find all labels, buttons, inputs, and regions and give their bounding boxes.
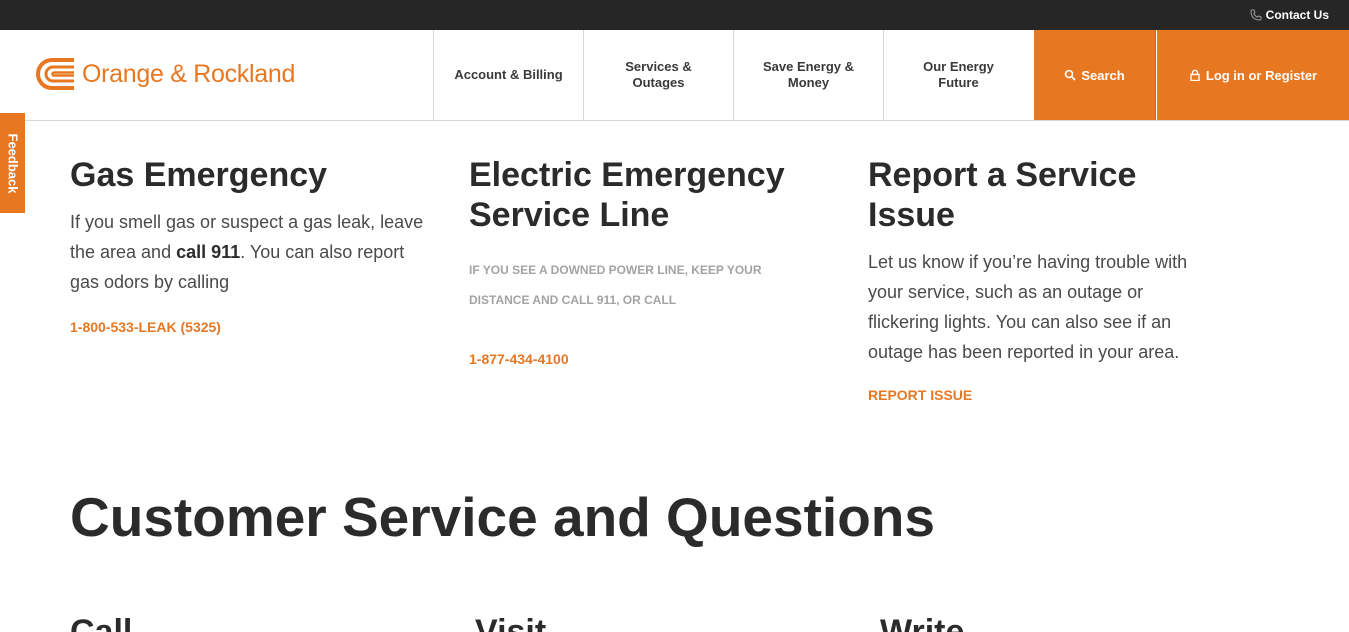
- search-icon: [1065, 69, 1076, 81]
- electric-emergency-phone-link[interactable]: 1-877-434-4100: [469, 351, 569, 367]
- visit-heading: Visit: [475, 613, 547, 632]
- call-heading: Call: [70, 613, 133, 632]
- feedback-label: Feedback: [5, 133, 21, 193]
- electric-emergency-text: If you see a downed power line, keep you…: [469, 263, 762, 307]
- top-bar: Contact Us: [0, 0, 1349, 30]
- gas-emergency-section: Gas Emergency If you smell gas or suspec…: [70, 155, 430, 337]
- gas-emergency-phone-link[interactable]: 1-800-533-LEAK (5325): [70, 319, 221, 335]
- search-button[interactable]: Search: [1034, 30, 1156, 120]
- contact-us-link[interactable]: Contact Us: [1250, 8, 1329, 22]
- report-issue-text: Let us know if you’re having trouble wit…: [868, 252, 1188, 362]
- nav-item-account-billing[interactable]: Account & Billing: [433, 30, 583, 120]
- login-register-button[interactable]: Log in or Register: [1157, 30, 1349, 120]
- electric-emergency-title: Electric Emergency Service Line: [469, 156, 785, 234]
- site-header: Orange & Rockland Account & Billing Serv…: [0, 30, 1349, 121]
- orange-rockland-logo-icon: [36, 58, 74, 90]
- lock-icon: [1190, 69, 1200, 81]
- brand-logo[interactable]: Orange & Rockland: [34, 56, 295, 92]
- feedback-tab[interactable]: Feedback: [0, 113, 25, 213]
- search-label: Search: [1081, 67, 1125, 83]
- write-heading: Write: [880, 613, 965, 632]
- login-label: Log in or Register: [1205, 67, 1318, 83]
- customer-service-title: Customer Service and Questions: [70, 486, 935, 548]
- nav-item-services-outages[interactable]: Services & Outages: [583, 30, 733, 120]
- report-issue-title: Report a Service Issue: [868, 156, 1137, 234]
- gas-emergency-text: If you smell gas or suspect a gas leak, …: [70, 212, 424, 292]
- report-issue-section: Report a Service Issue Let us know if yo…: [868, 155, 1228, 405]
- brand-name: Orange & Rockland: [82, 59, 296, 88]
- electric-emergency-section: Electric Emergency Service Line If you s…: [469, 155, 829, 369]
- gas-emergency-title: Gas Emergency: [70, 156, 328, 194]
- nav-item-our-energy-future[interactable]: Our Energy Future: [883, 30, 1033, 120]
- contact-us-label: Contact Us: [1265, 8, 1329, 22]
- phone-icon: [1250, 9, 1262, 21]
- nav-item-save-energy-money[interactable]: Save Energy & Money: [733, 30, 883, 120]
- main-nav: Account & Billing Services & Outages Sav…: [433, 30, 1033, 120]
- report-issue-link[interactable]: REPORT ISSUE: [868, 387, 972, 403]
